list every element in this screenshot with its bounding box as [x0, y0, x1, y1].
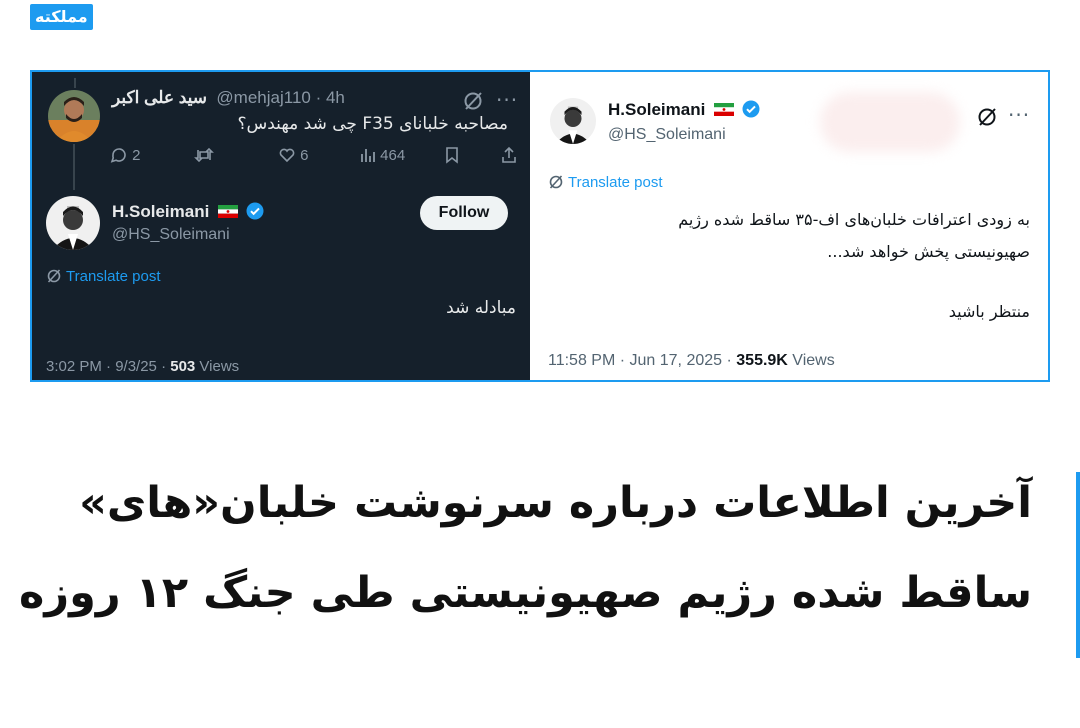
translate-icon: [549, 175, 563, 189]
thread-connector: [73, 144, 75, 190]
reply-author-avatar[interactable]: [48, 90, 100, 142]
tweet-composite: سید علی اکبر @mehjaj110 · 4h ··· مصاحبه …: [30, 70, 1050, 382]
reply-like-count: 6: [300, 147, 309, 164]
reply-retweet-button[interactable]: [194, 146, 214, 164]
author-display-name-dark[interactable]: H.Soleimani: [112, 202, 209, 221]
reply-views-button[interactable]: 464: [360, 146, 405, 164]
grok-icon-light[interactable]: [976, 106, 998, 128]
tweet-text-dark: مبادله شد: [446, 298, 516, 318]
tweet-footer-light: 11:58 PM · Jun 17, 2025 · 355.9K Views: [548, 352, 835, 370]
author-avatar-light[interactable]: [550, 98, 596, 144]
reply-more-icon[interactable]: ···: [496, 88, 518, 112]
more-icon-light[interactable]: ···: [1008, 103, 1030, 127]
tweet-timestamp-light[interactable]: 11:58 PM · Jun 17, 2025 ·: [548, 352, 736, 369]
thread-line-top: [74, 78, 76, 88]
reply-grok-icon[interactable]: [462, 90, 484, 112]
tweet-timestamp-dark[interactable]: 3:02 PM · 9/3/25 ·: [46, 358, 170, 375]
author-name-row-dark: H.Soleimani: [112, 202, 264, 222]
headline-line-1: آخرین اطلاعات درباره سرنوشت خلبان«های»: [79, 478, 1032, 528]
tweet-views-count-light: 355.9K: [736, 352, 788, 369]
translate-icon: [47, 269, 61, 283]
tweet-text-light-line1: به زودی اعترافات خلبان‌های اف-۳۵ ساقط شد…: [678, 210, 1030, 229]
reply-share-button[interactable]: [500, 146, 518, 164]
author-name-row-light: H.Soleimani: [608, 100, 760, 120]
light-tweet-panel: H.Soleimani @HS_Soleimani ··· Translate …: [530, 72, 1048, 380]
reply-handle-time[interactable]: @mehjaj110 · 4h: [216, 88, 344, 107]
translate-label-light: Translate post: [568, 174, 663, 191]
author-handle-dark[interactable]: @HS_Soleimani: [112, 226, 230, 244]
author-avatar-dark[interactable]: [46, 196, 100, 250]
iran-flag-icon: [217, 205, 238, 218]
reply-text: مصاحبه خلبانای F35 چی شد مهندس؟: [237, 114, 508, 134]
headline-line-2: ساقط شده رژیم صهیونیستی طی جنگ ۱۲ روزه: [19, 568, 1032, 618]
reply-comment-button[interactable]: 2: [110, 146, 141, 164]
verified-badge-icon: [742, 100, 760, 118]
follow-button[interactable]: Follow: [420, 196, 508, 230]
tweet-views-label-dark: Views: [195, 358, 240, 375]
reply-header: سید علی اکبر @mehjaj110 · 4h: [112, 88, 345, 108]
translate-label-dark: Translate post: [66, 268, 161, 285]
bookmark-icon: [446, 147, 458, 164]
dark-tweet-panel: سید علی اکبر @mehjaj110 · 4h ··· مصاحبه …: [32, 72, 530, 380]
reply-bookmark-button[interactable]: [444, 146, 460, 164]
tweet-text-light-line3: منتظر باشید: [948, 302, 1030, 321]
translate-link-dark[interactable]: Translate post: [46, 268, 161, 285]
author-display-name-light[interactable]: H.Soleimani: [608, 100, 705, 119]
author-handle-light[interactable]: @HS_Soleimani: [608, 126, 726, 144]
analytics-icon: [361, 149, 375, 162]
heart-icon: [279, 148, 295, 163]
verified-badge-icon: [246, 202, 264, 220]
tweet-footer-dark: 3:02 PM · 9/3/25 · 503 Views: [46, 358, 239, 375]
reply-display-name[interactable]: سید علی اکبر: [112, 88, 207, 107]
reply-comment-count: 2: [132, 147, 141, 164]
tweet-text-light-line2: صهیونیستی پخش خواهد شد...: [827, 242, 1030, 261]
iran-flag-icon: [713, 103, 734, 116]
blurred-area: [820, 92, 960, 152]
tweet-views-count-dark: 503: [170, 358, 196, 375]
tweet-views-label-light: Views: [787, 352, 835, 369]
translate-link-light[interactable]: Translate post: [548, 174, 663, 191]
share-icon: [502, 146, 516, 163]
brand-tag: مملکته: [30, 4, 93, 30]
retweet-icon: [194, 147, 214, 163]
reply-views-count: 464: [380, 147, 406, 164]
headline-accent-bar: [1076, 472, 1080, 658]
reply-like-button[interactable]: 6: [278, 146, 309, 164]
